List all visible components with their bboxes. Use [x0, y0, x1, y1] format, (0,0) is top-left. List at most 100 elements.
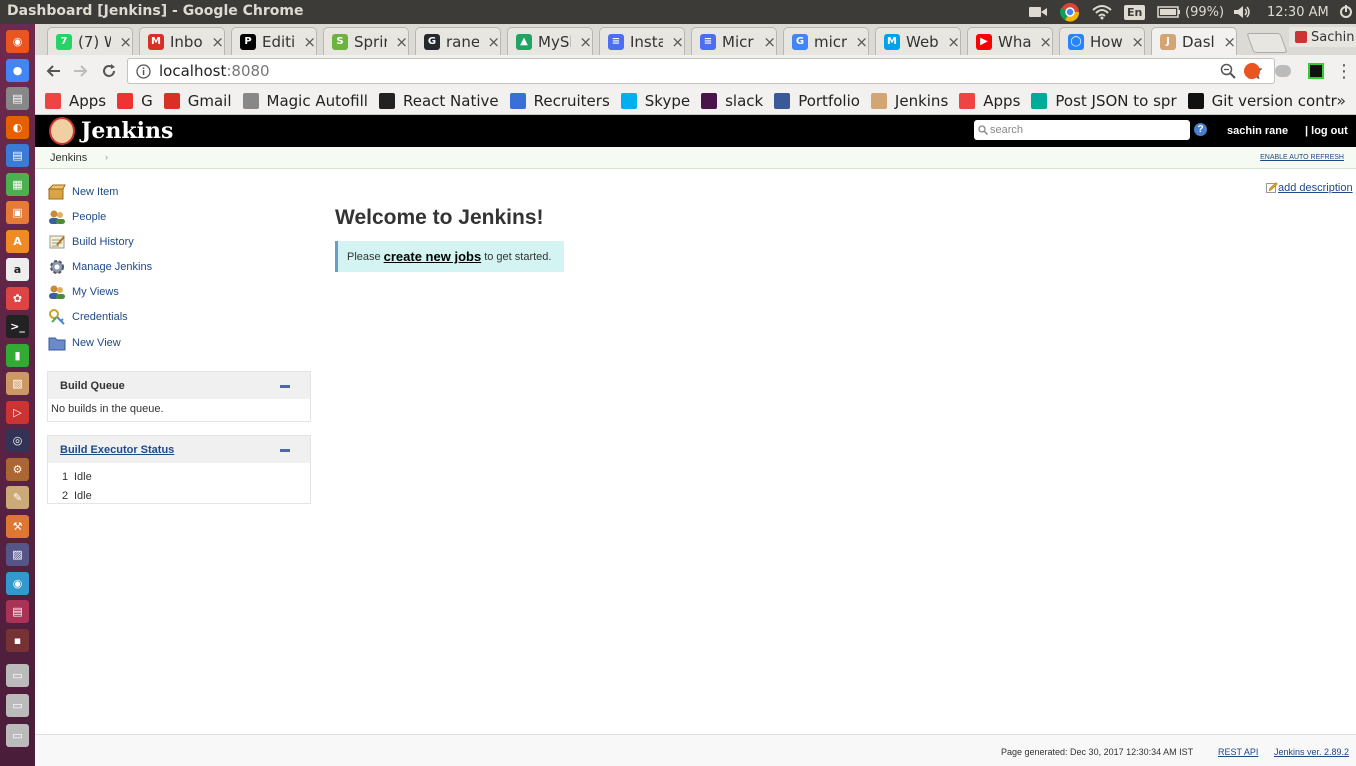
files-launcher-icon[interactable]: ▤ [6, 87, 29, 110]
bookmark-item[interactable]: Post JSON to spr [1031, 92, 1177, 110]
bookmark-item[interactable]: Gmail [163, 92, 232, 110]
app-launcher-icon-3[interactable]: ▷ [6, 401, 29, 424]
firefox-launcher-icon[interactable]: ◐ [6, 116, 29, 139]
tab-7[interactable]: ≡ Insta × [599, 27, 685, 55]
close-icon[interactable]: × [303, 33, 316, 51]
new-tab-button[interactable] [1246, 33, 1288, 53]
tab-9[interactable]: Gmicr × [783, 27, 869, 55]
tab-3[interactable]: P Editi × [231, 27, 317, 55]
app-launcher-icon-5[interactable]: ⚙ [6, 458, 29, 481]
reload-button[interactable] [98, 60, 120, 82]
bookmark-item[interactable]: Apps [45, 92, 106, 110]
info-icon[interactable] [136, 63, 151, 79]
settings-launcher-icon[interactable]: ✿ [6, 287, 29, 310]
tab-8[interactable]: ≡ Micr × [691, 27, 777, 55]
close-icon[interactable]: × [119, 33, 132, 51]
tab-6[interactable]: ▲ MySl × [507, 27, 593, 55]
tab-2[interactable]: M Inbo × [139, 27, 225, 55]
search-input[interactable]: search [974, 120, 1190, 140]
bookmark-item[interactable]: Portfolio [774, 92, 860, 110]
collapse-icon[interactable] [280, 385, 290, 388]
tab-5[interactable]: Grane × [415, 27, 501, 55]
task-new-item[interactable]: New Item [48, 182, 118, 202]
bookmark-item[interactable]: Recruiters [509, 92, 610, 110]
collapse-icon[interactable] [280, 449, 290, 452]
task-credentials[interactable]: Credentials [48, 307, 128, 327]
chrome-menu-icon[interactable]: ⋮ [1333, 60, 1355, 82]
profile-button[interactable]: Sachin [1289, 27, 1356, 47]
app-launcher-icon-9[interactable]: ▤ [6, 600, 29, 623]
text-editor-launcher-icon[interactable]: ✎ [6, 486, 29, 509]
writer-launcher-icon[interactable]: ▤ [6, 144, 29, 167]
help-icon[interactable]: ? [1194, 123, 1207, 136]
task-my-views[interactable]: My Views [48, 282, 119, 302]
drive-launcher-icon-2[interactable]: ▭ [6, 694, 29, 717]
drive-launcher-icon[interactable]: ▭ [6, 664, 29, 687]
calc-launcher-icon[interactable]: ▦ [6, 173, 29, 196]
bookmark-item[interactable]: G [117, 92, 153, 110]
volume-icon[interactable] [1233, 0, 1251, 24]
task-people[interactable]: People [48, 207, 106, 227]
bookmark-item[interactable]: Jenkins [870, 92, 948, 110]
close-icon[interactable]: × [211, 33, 224, 51]
close-icon[interactable]: × [671, 33, 684, 51]
task-manage-jenkins[interactable]: Manage Jenkins [48, 257, 152, 277]
camera-icon[interactable] [1028, 0, 1048, 24]
close-icon[interactable]: × [855, 33, 868, 51]
app-launcher-icon-4[interactable]: ◎ [6, 429, 29, 452]
terminal-launcher-icon[interactable]: >_ [6, 315, 29, 338]
bookmark-item[interactable]: Git version contr [1187, 92, 1337, 110]
tab-10[interactable]: M Web × [875, 27, 961, 55]
bookmark-item[interactable]: Magic Autofill [242, 92, 368, 110]
close-icon[interactable]: × [1223, 33, 1236, 51]
jenkins-version-link[interactable]: Jenkins ver. 2.89.2 [1274, 747, 1349, 757]
task-new-view[interactable]: New View [48, 333, 121, 353]
bookmark-item[interactable]: Skype [620, 92, 690, 110]
system-menu-icon[interactable] [1339, 0, 1353, 24]
ubuntu-dash-icon[interactable]: ◉ [6, 30, 29, 53]
tab-11[interactable]: ▶ Wha × [967, 27, 1053, 55]
forward-button[interactable] [70, 60, 92, 82]
logout-link[interactable]: | log out [1305, 125, 1348, 137]
add-description-link[interactable]: add description [1266, 182, 1353, 194]
extension-terminal-icon[interactable] [1305, 60, 1327, 82]
software-center-icon[interactable]: A [6, 230, 29, 253]
close-icon[interactable]: × [395, 33, 408, 51]
breadcrumb-arrow-icon[interactable]: › [105, 152, 108, 162]
bookmark-item[interactable]: slack [701, 92, 763, 110]
user-link[interactable]: sachin rane [1227, 125, 1288, 137]
back-button[interactable] [42, 60, 64, 82]
close-icon[interactable]: × [579, 33, 592, 51]
chrome-tray-icon[interactable] [1060, 0, 1080, 24]
tab-13[interactable]: J Dasl × [1151, 27, 1237, 55]
extension-cloud-icon[interactable] [1272, 60, 1294, 82]
keyboard-layout-indicator[interactable]: En [1124, 0, 1146, 24]
wifi-icon[interactable] [1092, 0, 1112, 24]
address-bar[interactable]: localhost:8080 [127, 58, 1275, 84]
task-build-history[interactable]: Build History [48, 232, 134, 252]
tab-4[interactable]: S Sprir × [323, 27, 409, 55]
rest-api-link[interactable]: REST API [1218, 747, 1258, 757]
close-icon[interactable]: × [1039, 33, 1052, 51]
app-launcher-icon-8[interactable]: ◉ [6, 572, 29, 595]
close-icon[interactable]: × [487, 33, 500, 51]
close-icon[interactable]: × [1131, 33, 1144, 51]
more-bookmarks-button[interactable]: » [1336, 91, 1346, 110]
amazon-launcher-icon[interactable]: a [6, 258, 29, 281]
app-launcher-icon-10[interactable]: ▪ [6, 629, 29, 652]
battery-indicator[interactable]: (99%) [1157, 0, 1224, 24]
drive-launcher-icon-3[interactable]: ▭ [6, 724, 29, 747]
tab-12[interactable]: ◯ How × [1059, 27, 1145, 55]
bookmark-item[interactable]: React Native [378, 92, 499, 110]
tab-1[interactable]: 7 (7) W × [47, 27, 133, 55]
app-launcher-icon-7[interactable]: ▨ [6, 543, 29, 566]
clock[interactable]: 12:30 AM [1267, 0, 1329, 24]
close-icon[interactable]: × [763, 33, 776, 51]
create-new-jobs-link[interactable]: create new jobs [384, 249, 482, 264]
chrome-launcher-icon[interactable]: ● [6, 59, 29, 82]
enable-auto-refresh-link[interactable]: ENABLE AUTO REFRESH [1260, 154, 1344, 161]
build-executor-title-link[interactable]: Build Executor Status [60, 444, 174, 456]
breadcrumb-jenkins[interactable]: Jenkins [50, 152, 87, 164]
jenkins-logo[interactable]: Jenkins [49, 117, 173, 145]
bookmark-item[interactable]: Apps [959, 92, 1020, 110]
